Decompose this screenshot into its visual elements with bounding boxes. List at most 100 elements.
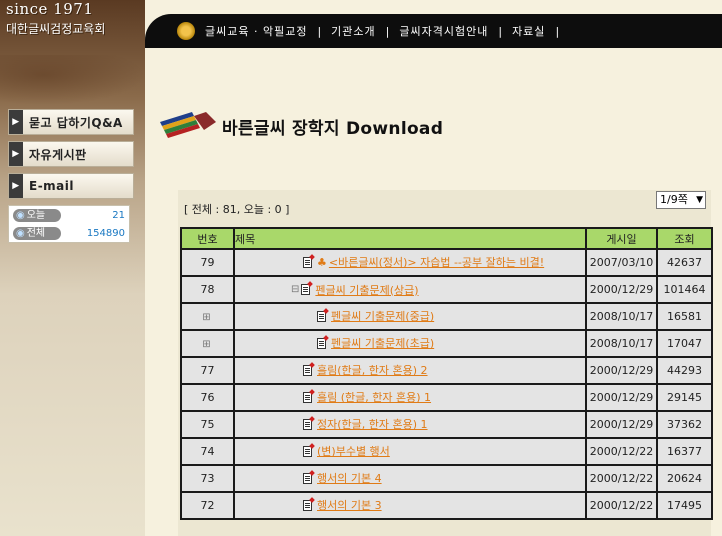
page-select-value: 1/9쪽: [660, 193, 688, 206]
nav-item-education[interactable]: 글씨교육 · 악필교정: [195, 23, 317, 39]
post-link[interactable]: 행서의 기본 4: [317, 470, 382, 486]
row-hits: 16581: [656, 302, 713, 331]
page-title: 바른글씨 장학지 Download: [222, 119, 444, 139]
row-date: 2000/12/22: [585, 464, 658, 493]
sidebar-item-free-board[interactable]: ▶ 자유게시판: [8, 141, 134, 167]
col-header-hits: 조회: [656, 227, 713, 250]
nav-divider: |: [555, 24, 560, 38]
row-title-cell: 행서의 기본 3: [233, 491, 587, 520]
post-link[interactable]: 펜글씨 기출문제(상급): [315, 282, 418, 298]
row-number: 77: [180, 356, 235, 385]
nav-item-exam-info[interactable]: 글씨자격시험안내: [389, 23, 498, 39]
row-date: 2007/03/10: [585, 248, 658, 277]
row-title-cell: ⊟ 펜글씨 기출문제(상급): [233, 275, 587, 304]
document-icon: [317, 337, 326, 349]
bullet-icon: ◉: [16, 209, 25, 221]
nav-item-archive[interactable]: 자료실: [502, 23, 555, 39]
document-icon: [303, 256, 312, 268]
post-link[interactable]: 펜글씨 기출문제(초급): [331, 335, 434, 351]
brand-org-name: 대한글씨검정교육회: [6, 22, 106, 36]
table-row: 79 ♣ <바른글씨(정서)> 자습법 --공부 잘하는 비결! 2007/03/…: [180, 248, 713, 277]
table-row: ⊞ 펜글씨 기출문제(초급) 2008/10/17 17047: [180, 329, 713, 358]
left-sidebar: since 1971 대한글씨검정교육회 ▶ 묻고 답하기Q&A ▶ 자유게시판…: [0, 0, 145, 536]
row-title-cell: ♣ <바른글씨(정서)> 자습법 --공부 잘하는 비결!: [233, 248, 587, 277]
table-row: 74 (변)부수별 행서 2000/12/22 16377: [180, 437, 713, 466]
row-number: 74: [180, 437, 235, 466]
post-link[interactable]: 펜글씨 기출문제(중급): [331, 308, 434, 324]
document-icon: [303, 472, 312, 484]
row-date: 2000/12/22: [585, 437, 658, 466]
table-row: 72 행서의 기본 3 2000/12/22 17495: [180, 491, 713, 520]
chevron-right-icon: ▶: [9, 174, 23, 198]
row-number: 73: [180, 464, 235, 493]
sidebar-item-label: 자유게시판: [29, 147, 87, 162]
stat-today-value: 21: [112, 209, 125, 221]
document-icon: [303, 391, 312, 403]
stat-total-text: 전체: [26, 227, 46, 239]
tree-expand-icon[interactable]: ⊞: [202, 312, 210, 323]
row-number: ⊞: [180, 302, 235, 331]
stat-total-value: 154890: [86, 227, 125, 239]
stat-today-text: 오늘: [26, 209, 46, 221]
post-link[interactable]: (변)부수별 행서: [317, 443, 390, 459]
col-header-date: 게시일: [585, 227, 658, 250]
row-title-cell: 흘림(한글, 한자 혼용) 2: [233, 356, 587, 385]
document-icon: [303, 445, 312, 457]
post-link[interactable]: 흘림 (한글, 한자 혼용) 1: [317, 389, 431, 405]
stat-total: ◉ 전체 154890: [9, 224, 129, 242]
row-number: 79: [180, 248, 235, 277]
nav-item-about[interactable]: 기관소개: [321, 23, 385, 39]
row-hits: 17047: [656, 329, 713, 358]
row-title-cell: 정자(한글, 한자 혼용) 1: [233, 410, 587, 439]
page-select[interactable]: 1/9쪽 ▼: [656, 191, 706, 209]
books-icon: [160, 112, 216, 138]
top-nav: 글씨교육 · 악필교정 | 기관소개 | 글씨자격시험안내 | 자료실 |: [145, 14, 722, 48]
stat-today: ◉ 오늘 21: [9, 206, 129, 224]
sidebar-item-label: E-mail: [29, 179, 75, 193]
sidebar-item-label: 묻고 답하기Q&A: [29, 115, 123, 130]
row-hits: 20624: [656, 464, 713, 493]
row-date: 2000/12/29: [585, 383, 658, 412]
chevron-right-icon: ▶: [9, 110, 23, 134]
row-date: 2000/12/29: [585, 275, 658, 304]
row-hits: 42637: [656, 248, 713, 277]
col-header-number: 번호: [180, 227, 235, 250]
bullet-icon: ◉: [16, 227, 25, 239]
table-row: 78 ⊟ 펜글씨 기출문제(상급) 2000/12/29 101464: [180, 275, 713, 304]
chevron-down-icon: ▼: [696, 195, 703, 205]
row-title-cell: 펜글씨 기출문제(중급): [233, 302, 587, 331]
calligraphy-hand-image: [0, 55, 145, 105]
row-hits: 29145: [656, 383, 713, 412]
row-title-cell: 펜글씨 기출문제(초급): [233, 329, 587, 358]
tree-expand-icon[interactable]: ⊞: [202, 339, 210, 350]
row-date: 2000/12/29: [585, 356, 658, 385]
row-title-cell: 행서의 기본 4: [233, 464, 587, 493]
club-icon: ♣: [317, 255, 327, 269]
table-row: 77 흘림(한글, 한자 혼용) 2 2000/12/29 44293: [180, 356, 713, 385]
row-number: 76: [180, 383, 235, 412]
row-date: 2008/10/17: [585, 329, 658, 358]
post-link[interactable]: 흘림(한글, 한자 혼용) 2: [317, 362, 428, 378]
stat-total-label: ◉ 전체: [13, 226, 61, 240]
table-row: ⊞ 펜글씨 기출문제(중급) 2008/10/17 16581: [180, 302, 713, 331]
row-date: 2000/12/29: [585, 410, 658, 439]
row-date: 2008/10/17: [585, 302, 658, 331]
post-link[interactable]: 행서의 기본 3: [317, 497, 382, 513]
sidebar-item-email[interactable]: ▶ E-mail: [8, 173, 134, 199]
post-link[interactable]: 정자(한글, 한자 혼용) 1: [317, 416, 428, 432]
table-row: 76 흘림 (한글, 한자 혼용) 1 2000/12/29 29145: [180, 383, 713, 412]
stat-today-label: ◉ 오늘: [13, 208, 61, 222]
row-hits: 17495: [656, 491, 713, 520]
sidebar-item-qna[interactable]: ▶ 묻고 답하기Q&A: [8, 109, 134, 135]
row-number: 75: [180, 410, 235, 439]
row-number: 72: [180, 491, 235, 520]
row-number: 78: [180, 275, 235, 304]
brand-logo: since 1971 대한글씨검정교육회: [6, 0, 105, 37]
post-link[interactable]: <바른글씨(정서)> 자습법 --공부 잘하는 비결!: [329, 254, 544, 270]
table-header: 번호 제목 게시일 조회: [180, 227, 713, 250]
document-icon: [303, 499, 312, 511]
col-header-title: 제목: [233, 227, 587, 250]
row-hits: 101464: [656, 275, 713, 304]
document-icon: [317, 310, 326, 322]
tree-collapse-icon[interactable]: ⊟: [291, 284, 299, 295]
